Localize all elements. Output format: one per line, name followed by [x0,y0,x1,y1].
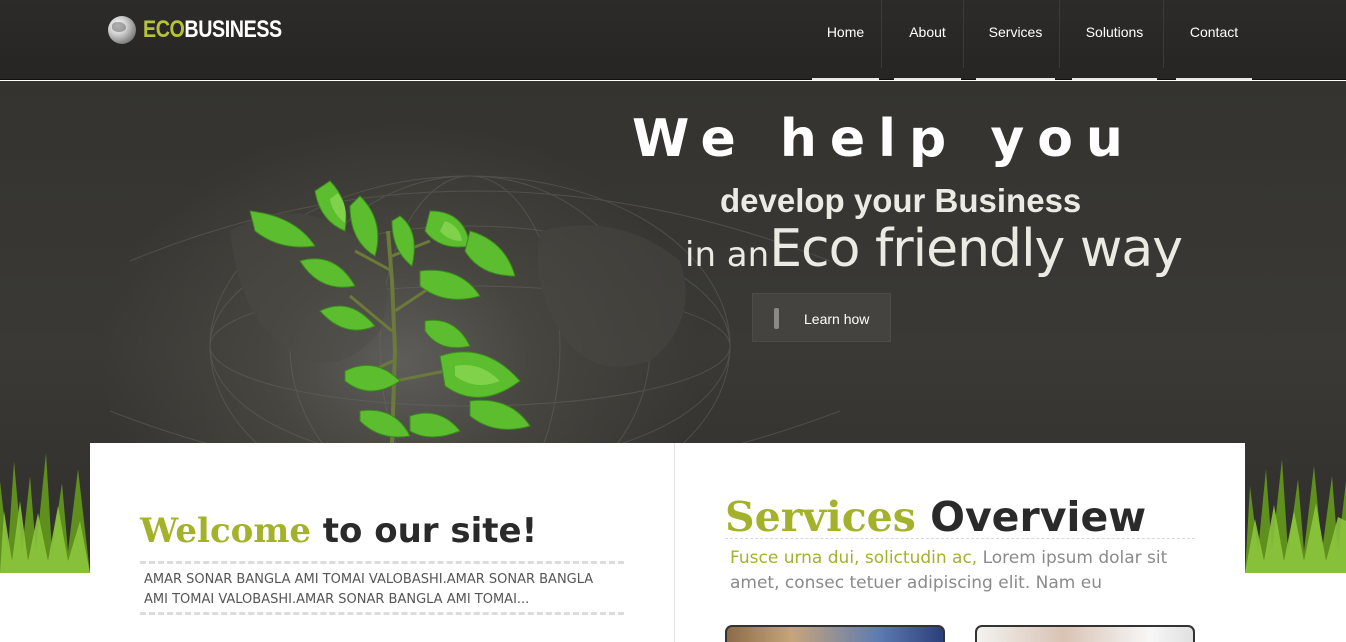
site-header: ECOBUSINESS Home About Services Solution… [0,0,1346,80]
button-bar-icon [774,308,779,329]
nav-solutions[interactable]: Solutions [1072,0,1157,80]
nav-about[interactable]: About [894,0,961,80]
services-text-accent: Fusce urna dui, solictudin ac, [730,548,978,568]
logo-business: BUSINESS [184,16,282,43]
site-logo[interactable]: ECOBUSINESS [108,15,312,45]
learn-how-label: Learn how [804,311,870,327]
globe-icon [108,16,136,44]
nav-services[interactable]: Services [976,0,1055,80]
services-title-accent: Services [725,493,916,541]
services-panel [675,443,1245,642]
services-divider [725,538,1195,539]
welcome-title: Welcome to our site! [140,511,537,551]
hero-tagline: in anEco friendly way [685,219,1183,279]
learn-how-button[interactable]: Learn how [752,293,891,342]
services-title: Services Overview [725,493,1146,541]
nav-divider [963,0,964,68]
nav-divider [1059,0,1060,68]
welcome-divider-bottom [140,612,624,615]
welcome-divider-top [140,561,624,564]
nav-home[interactable]: Home [812,0,879,80]
services-text: Fusce urna dui, solictudin ac, Lorem ips… [730,546,1190,596]
services-title-rest: Overview [915,493,1147,541]
welcome-text: AMAR SONAR BANGLA AMI TOMAI VALOBASHI.AM… [144,572,594,607]
hero-tagline-big: Eco friendly way [769,219,1183,279]
hero-heading: We help you [632,109,1136,169]
welcome-title-accent: Welcome [140,511,311,551]
welcome-title-rest: to our site! [310,511,538,551]
nav-divider [881,0,882,68]
service-thumbnail[interactable] [725,625,945,642]
nav-divider [1163,0,1164,68]
nav-contact[interactable]: Contact [1176,0,1252,80]
service-thumbnail[interactable] [975,625,1195,642]
hero-tagline-small: in an [685,235,770,275]
logo-text: ECOBUSINESS [143,15,282,45]
logo-eco: ECO [143,16,185,43]
hero-subheading: develop your Business [720,182,1082,219]
